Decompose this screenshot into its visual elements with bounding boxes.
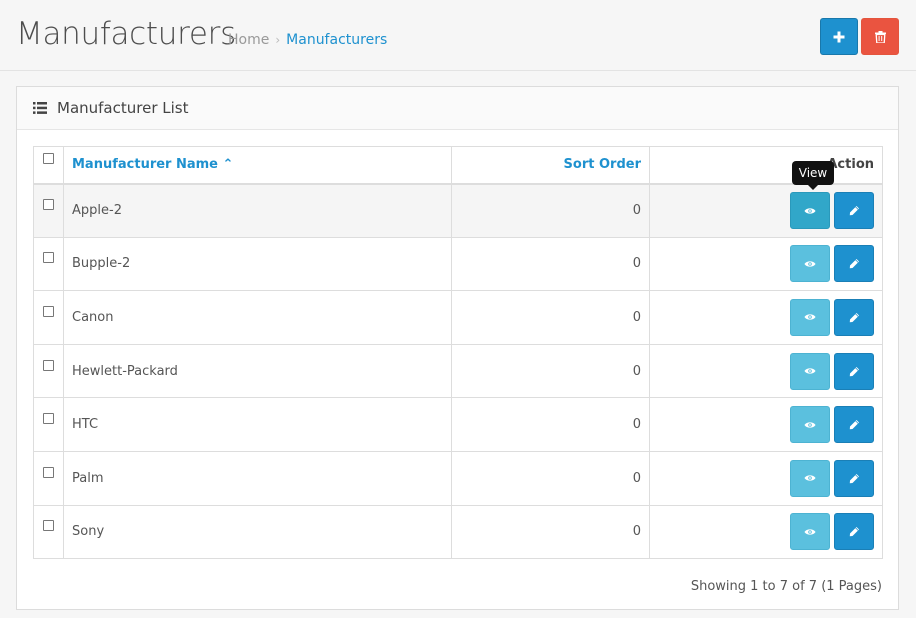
page-header: Manufacturers Home › Manufacturers xyxy=(0,0,916,71)
eye-icon xyxy=(804,368,816,374)
manufacturer-name: Palm xyxy=(63,450,452,506)
row-checkbox[interactable] xyxy=(43,466,54,478)
manufacturer-name: Hewlett-Packard xyxy=(63,343,452,399)
view-button[interactable] xyxy=(790,192,830,230)
manufacturer-name: Sony xyxy=(63,504,452,560)
select-all-checkbox[interactable] xyxy=(43,153,54,165)
sort-ascending-icon: ⌃ xyxy=(222,157,234,173)
table-row: Canon 0 xyxy=(33,290,883,345)
pencil-icon xyxy=(849,420,859,430)
eye-icon xyxy=(804,475,816,481)
action-cell xyxy=(649,290,883,345)
page-title: Manufacturers xyxy=(16,16,236,52)
pagination-summary: Showing 1 to 7 of 7 (1 Pages) xyxy=(690,579,882,594)
edit-button[interactable] xyxy=(834,513,874,551)
row-select-cell xyxy=(33,450,64,506)
table-row: Bupple-2 0 xyxy=(33,236,883,292)
manufacturer-name: Apple-2 xyxy=(63,183,452,238)
row-checkbox[interactable] xyxy=(43,199,54,211)
row-select-cell xyxy=(33,236,64,292)
row-select-cell xyxy=(33,183,64,238)
eye-icon xyxy=(804,261,816,267)
manufacturer-name: Bupple-2 xyxy=(63,236,452,292)
view-tooltip: View xyxy=(792,161,834,190)
row-select-cell xyxy=(33,504,64,560)
sort-order-value: 0 xyxy=(451,450,650,506)
action-cell xyxy=(649,236,883,292)
sort-order-value: 0 xyxy=(451,504,650,560)
edit-button[interactable] xyxy=(834,352,874,390)
view-button[interactable] xyxy=(790,298,830,336)
edit-button[interactable] xyxy=(834,459,874,497)
view-button[interactable] xyxy=(790,245,830,283)
list-icon xyxy=(33,102,47,114)
trash-icon xyxy=(874,30,886,43)
column-header-action: Action xyxy=(649,146,883,185)
eye-icon xyxy=(804,422,816,428)
row-checkbox[interactable] xyxy=(43,305,54,317)
manufacturer-table: Manufacturer Name ⌃ Sort Order Action Ap… xyxy=(33,146,883,560)
view-button[interactable] xyxy=(790,352,830,390)
action-cell xyxy=(649,343,883,399)
edit-button[interactable] xyxy=(834,245,874,283)
table-row: HTC 0 xyxy=(33,397,883,452)
row-select-cell xyxy=(33,290,64,345)
action-cell xyxy=(649,397,883,452)
row-checkbox[interactable] xyxy=(43,520,54,532)
view-button[interactable] xyxy=(790,459,830,497)
eye-icon xyxy=(804,207,816,214)
sort-order-value: 0 xyxy=(451,343,650,399)
row-checkbox[interactable] xyxy=(43,252,54,264)
action-cell xyxy=(649,504,883,560)
sort-by-name-link[interactable]: Manufacturer Name ⌃ xyxy=(72,157,233,172)
add-new-button[interactable] xyxy=(820,18,858,55)
sort-order-value: 0 xyxy=(451,290,650,345)
pencil-icon xyxy=(849,206,859,216)
panel-heading: Manufacturer List xyxy=(17,87,898,130)
delete-button[interactable] xyxy=(861,18,899,55)
breadcrumb-separator: › xyxy=(275,33,281,47)
edit-button[interactable] xyxy=(834,192,874,230)
edit-button[interactable] xyxy=(834,406,874,444)
manufacturer-name: HTC xyxy=(63,397,452,452)
manufacturer-name: Canon xyxy=(63,290,452,345)
row-checkbox[interactable] xyxy=(43,413,54,425)
row-select-cell xyxy=(33,343,64,399)
sort-order-value: 0 xyxy=(451,236,650,292)
table-header-row: Manufacturer Name ⌃ Sort Order Action xyxy=(33,146,883,185)
column-header-name: Manufacturer Name ⌃ xyxy=(63,146,452,185)
table-row: Sony 0 xyxy=(33,504,883,560)
breadcrumb-current[interactable]: Manufacturers xyxy=(286,32,387,48)
column-header-sort-order: Sort Order xyxy=(451,146,650,185)
table-row: Apple-2 0 xyxy=(33,183,883,238)
row-checkbox[interactable] xyxy=(43,359,54,371)
sort-order-value: 0 xyxy=(451,183,650,238)
pencil-icon xyxy=(849,259,859,269)
view-button[interactable] xyxy=(790,406,830,444)
table-row: Hewlett-Packard 0 xyxy=(33,343,883,399)
select-all-cell xyxy=(33,146,64,185)
pencil-icon xyxy=(849,473,859,483)
view-button[interactable] xyxy=(790,513,830,551)
table-row: Palm 0 xyxy=(33,450,883,506)
pencil-icon xyxy=(849,312,859,323)
eye-icon xyxy=(804,314,816,321)
action-cell xyxy=(649,450,883,506)
sort-order-value: 0 xyxy=(451,397,650,452)
edit-button[interactable] xyxy=(834,298,874,336)
pencil-icon xyxy=(849,527,859,537)
breadcrumb: Home › Manufacturers xyxy=(228,32,387,48)
row-select-cell xyxy=(33,397,64,452)
action-cell xyxy=(649,183,883,238)
breadcrumb-home[interactable]: Home xyxy=(228,32,269,48)
manufacturer-list-panel: Manufacturer List Manufacturer Name ⌃ So… xyxy=(16,86,899,610)
plus-icon xyxy=(833,31,845,42)
eye-icon xyxy=(804,529,816,535)
sort-by-sort-order-link[interactable]: Sort Order xyxy=(564,157,641,172)
panel-title: Manufacturer List xyxy=(57,99,189,117)
pencil-icon xyxy=(849,366,859,376)
